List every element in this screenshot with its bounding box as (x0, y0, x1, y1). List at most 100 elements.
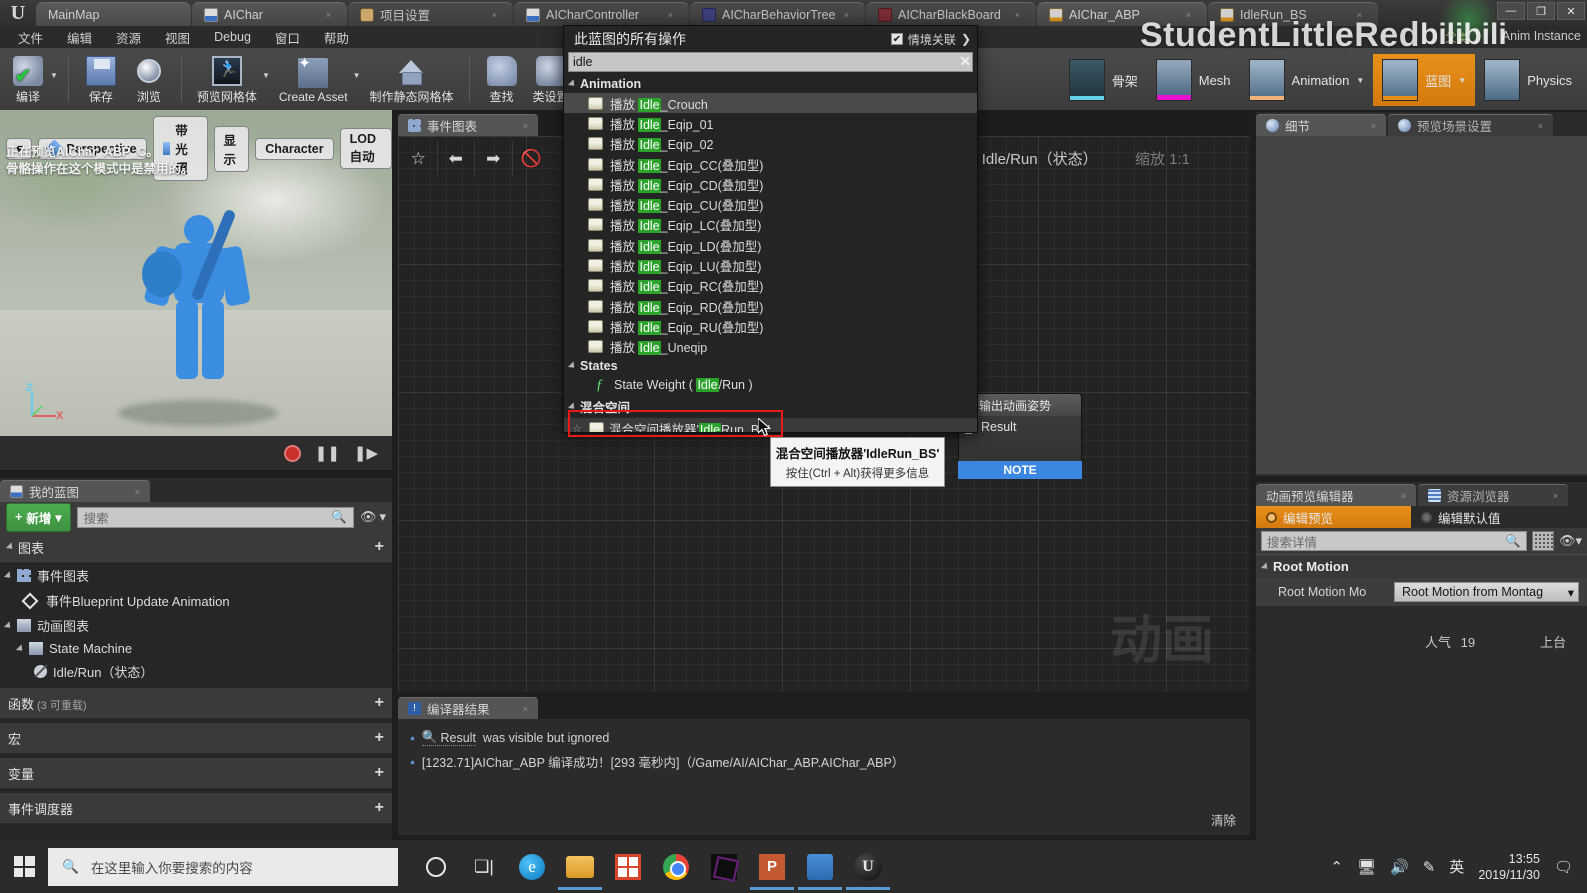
create-asset-dropdown-icon[interactable]: ▼ (353, 71, 361, 80)
mode-edit-defaults[interactable]: 编辑默认值 (1411, 506, 1581, 528)
action-item[interactable]: 播放 Idle_Eqip_RU(叠加型) (564, 316, 977, 336)
action-menu-search-input[interactable]: idle (568, 52, 973, 72)
tab-close-icon[interactable]: × (135, 487, 140, 497)
tab-close-icon[interactable]: × (523, 121, 528, 131)
compiler-results-body[interactable]: • 🔍 Result was visible but ignored • [123… (398, 719, 1250, 835)
details-filter-button[interactable]: 👁▾ (1559, 533, 1582, 549)
tab-close-icon[interactable]: × (492, 10, 497, 20)
menu-debug[interactable]: Debug (204, 28, 261, 46)
root-motion-mode-dropdown[interactable]: Root Motion from Montag ▾ (1394, 582, 1579, 602)
menu-assets[interactable]: 资源 (106, 26, 151, 49)
step-icon[interactable]: ❚▶ (354, 444, 378, 462)
forward-arrow-icon[interactable]: ➡ (475, 141, 513, 177)
make-static-mesh-button[interactable]: 制作静态网格体 (362, 52, 460, 110)
ime-indicator[interactable]: 英 (1449, 856, 1464, 877)
menu-help[interactable]: 帮助 (314, 26, 359, 49)
section-variables[interactable]: 变量 + (0, 758, 392, 789)
preview-viewport[interactable]: ▼ Perspective 带光照 显示 Character LOD自动 正在预… (0, 110, 392, 470)
unreal-engine-icon[interactable]: U (846, 844, 890, 890)
details-panel-body[interactable] (1256, 136, 1587, 474)
network-icon[interactable]: 🖥 (1357, 858, 1376, 876)
powerpoint-icon[interactable]: P (750, 844, 794, 890)
section-macros[interactable]: 宏 + (0, 723, 392, 754)
expand-triangle-icon[interactable] (567, 402, 578, 412)
grid-view-button[interactable] (1531, 531, 1554, 551)
add-variable-button[interactable]: + (375, 764, 384, 782)
mode-physics[interactable]: Physics (1475, 54, 1581, 106)
chevron-down-icon[interactable]: ▼ (1458, 76, 1466, 85)
action-item[interactable]: 播放 Idle_Uneqip (564, 337, 977, 357)
compile-dropdown-icon[interactable]: ▼ (50, 71, 58, 80)
window-tab-mainmap[interactable]: MainMap (36, 2, 191, 26)
compile-button[interactable]: 编译 (4, 52, 52, 110)
section-root-motion[interactable]: Root Motion (1256, 554, 1587, 578)
microsoft-store-icon[interactable] (606, 844, 650, 890)
details-search-input[interactable]: 搜索详情 🔍 (1261, 531, 1527, 551)
menu-view[interactable]: 视图 (155, 26, 200, 49)
tab-close-icon[interactable]: × (1371, 121, 1376, 131)
notification-icon[interactable]: 🗨 (1554, 858, 1573, 876)
expand-triangle-icon[interactable] (3, 570, 14, 581)
pen-icon[interactable]: ✎ (1423, 858, 1436, 876)
back-arrow-icon[interactable]: ⬅ (438, 141, 475, 177)
action-item[interactable]: 播放 Idle_Eqip_CU(叠加型) (564, 194, 977, 214)
close-button[interactable]: ✕ (1557, 2, 1585, 20)
expand-triangle-icon[interactable] (1260, 561, 1271, 572)
blueprint-action-menu[interactable]: 此蓝图的所有操作 ✔ 情境关联 ❯ idle ✕ Animation 播放 Id… (563, 25, 978, 433)
tab-close-icon[interactable]: × (1357, 10, 1362, 20)
mode-mesh[interactable]: Mesh (1147, 54, 1240, 106)
volume-icon[interactable]: 🔊 (1390, 858, 1409, 876)
action-item[interactable]: 播放 Idle_Eqip_LU(叠加型) (564, 255, 977, 275)
menu-window[interactable]: 窗口 (265, 26, 310, 49)
maximize-button[interactable]: ❐ (1527, 2, 1555, 20)
file-explorer-icon[interactable] (558, 844, 602, 890)
mode-edit-preview[interactable]: 编辑预览 (1256, 506, 1411, 528)
section-functions[interactable]: 函数 (3 可重载) + (0, 688, 392, 719)
tab-close-icon[interactable]: × (1553, 491, 1558, 501)
favorite-star-icon[interactable]: ☆ (400, 141, 438, 177)
taskbar-search-input[interactable]: 🔍 在这里输入你要搜索的内容 (48, 847, 398, 886)
expand-triangle-icon[interactable] (5, 542, 16, 552)
tree-item-anim-graph[interactable]: 动画图表 (0, 613, 392, 638)
start-button[interactable] (0, 856, 48, 877)
cortana-circle-icon[interactable] (414, 844, 458, 890)
checkbox-icon[interactable]: ✔ (890, 33, 903, 45)
save-button[interactable]: 保存 (77, 52, 125, 110)
tree-item-event-graph[interactable]: 事件图表 (0, 563, 392, 588)
minimize-button[interactable]: — (1497, 2, 1525, 20)
viewport-character-button[interactable]: Character (255, 137, 334, 160)
translator-icon[interactable] (798, 844, 842, 890)
tab-close-icon[interactable]: × (523, 704, 528, 714)
mode-blueprint[interactable]: 蓝图 ▼ (1373, 54, 1476, 106)
action-item[interactable]: 播放 Idle_Eqip_01 (564, 113, 977, 133)
chevron-right-icon[interactable]: ❯ (961, 32, 971, 46)
mode-skeleton[interactable]: 骨架 (1060, 54, 1147, 106)
visibility-options-button[interactable]: 👁 ▾ (360, 509, 386, 525)
action-item[interactable]: 播放 Idle_Eqip_CD(叠加型) (564, 174, 977, 194)
action-category-animation[interactable]: Animation (564, 75, 977, 93)
find-button[interactable]: 查找 (478, 52, 526, 110)
window-tab-aicharbehaviortree[interactable]: AICharBehaviorTree × (690, 2, 865, 26)
section-graphs[interactable]: 图表 + (0, 532, 392, 563)
tab-close-icon[interactable]: × (1015, 10, 1020, 20)
tab-my-blueprint[interactable]: 我的蓝图 × (0, 480, 150, 502)
add-event-dispatcher-button[interactable]: + (375, 799, 384, 817)
action-item[interactable]: 播放 Idle_Eqip_LD(叠加型) (564, 235, 977, 255)
action-item[interactable]: 播放 Idle_Eqip_RD(叠加型) (564, 296, 977, 316)
menu-file[interactable]: 文件 (8, 26, 53, 49)
menu-edit[interactable]: 编辑 (57, 26, 102, 49)
tab-close-icon[interactable]: × (1401, 491, 1406, 501)
context-sensitive-toggle[interactable]: ✔ 情境关联 ❯ (890, 31, 971, 48)
no-entry-icon[interactable]: 🚫 (513, 141, 550, 177)
action-item[interactable]: 播放 Idle_Eqip_CC(叠加型) (564, 154, 977, 174)
expand-triangle-icon[interactable] (567, 79, 578, 89)
action-menu-list[interactable]: Animation 播放 Idle_Crouch 播放 Idle_Eqip_01… (564, 75, 977, 432)
chevron-down-icon[interactable]: ▼ (1356, 76, 1364, 85)
task-view-icon[interactable]: ❏| (462, 844, 506, 890)
preview-mesh-button[interactable]: 预览网格体 (190, 52, 264, 110)
action-item[interactable]: 播放 Idle_Eqip_02 (564, 134, 977, 154)
action-item[interactable]: 播放 Idle_Eqip_RC(叠加型) (564, 276, 977, 296)
tree-item-idle-run-state[interactable]: Idle/Run（状态） (0, 659, 392, 684)
record-icon[interactable] (283, 444, 301, 462)
tab-close-icon[interactable]: × (844, 10, 849, 20)
